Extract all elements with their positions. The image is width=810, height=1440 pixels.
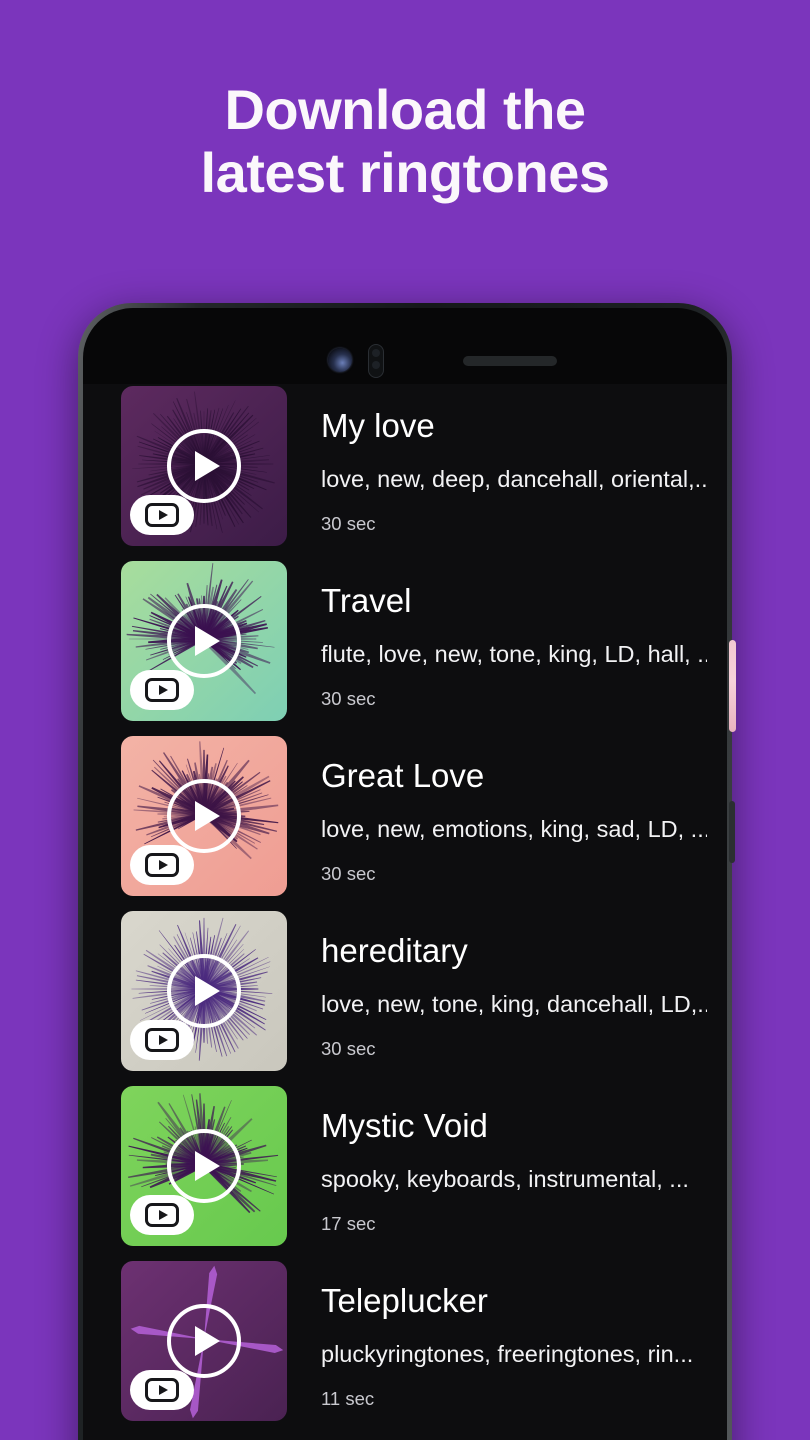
app-screen: My love love, new, deep, dancehall, orien…: [83, 384, 727, 1440]
ringtone-thumbnail[interactable]: [121, 736, 287, 896]
ringtone-list-item[interactable]: Teleplucker pluckyringtones, freeringtone…: [83, 1259, 727, 1434]
ringtone-tags: pluckyringtones, freeringtones, rin...: [321, 1341, 694, 1367]
camera-icon: [328, 348, 352, 372]
promo-headline: Download the latest ringtones: [200, 78, 610, 204]
play-icon[interactable]: [167, 429, 241, 503]
video-badge-icon[interactable]: [130, 845, 194, 885]
phone-mockup: My love love, new, deep, dancehall, orien…: [78, 303, 736, 1440]
video-badge-icon[interactable]: [130, 1020, 194, 1060]
ringtone-list-item[interactable]: My love love, new, deep, dancehall, orien…: [83, 384, 727, 559]
power-button[interactable]: [729, 640, 736, 732]
play-icon[interactable]: [167, 1129, 241, 1203]
video-badge-icon[interactable]: [130, 670, 194, 710]
ringtone-list[interactable]: My love love, new, deep, dancehall, orien…: [83, 384, 727, 1434]
ringtone-meta: hereditary love, new, tone, king, danceha…: [287, 909, 727, 1060]
video-frame-shape: [145, 678, 179, 702]
ringtone-list-item[interactable]: Mystic Void spooky, keyboards, instrument…: [83, 1084, 727, 1259]
ringtone-tags: flute, love, new, tone, king, LD, hall, …: [321, 641, 707, 667]
ringtone-duration: 30 sec: [321, 863, 376, 884]
play-triangle: [195, 1326, 220, 1356]
ringtone-title: Teleplucker: [321, 1282, 488, 1319]
video-badge-icon[interactable]: [130, 495, 194, 535]
ringtone-title: Travel: [321, 582, 412, 619]
ringtone-meta: Great Love love, new, emotions, king, sad…: [287, 734, 727, 885]
ringtone-title: Great Love: [321, 757, 485, 794]
ringtone-tags: spooky, keyboards, instrumental, ...: [321, 1166, 689, 1192]
ringtone-title: Mystic Void: [321, 1107, 488, 1144]
ringtone-duration: 30 sec: [321, 513, 376, 534]
ringtone-duration: 17 sec: [321, 1213, 376, 1234]
video-frame-shape: [145, 503, 179, 527]
video-frame-shape: [145, 1028, 179, 1052]
play-triangle: [195, 451, 220, 481]
ringtone-title: hereditary: [321, 932, 468, 969]
play-triangle: [195, 801, 220, 831]
video-play-triangle: [159, 1210, 168, 1220]
ringtone-meta: Travel flute, love, new, tone, king, LD, …: [287, 559, 727, 710]
ringtone-duration: 30 sec: [321, 1038, 376, 1059]
phone-top-bezel: [83, 308, 727, 396]
play-icon[interactable]: [167, 779, 241, 853]
play-triangle: [195, 1151, 220, 1181]
video-play-triangle: [159, 1385, 168, 1395]
ringtone-tags: love, new, emotions, king, sad, LD, ...: [321, 816, 707, 842]
video-play-triangle: [159, 510, 168, 520]
ringtone-thumbnail[interactable]: [121, 911, 287, 1071]
sensor-icon: [368, 344, 384, 378]
ringtone-list-item[interactable]: hereditary love, new, tone, king, danceha…: [83, 909, 727, 1084]
play-icon[interactable]: [167, 1304, 241, 1378]
play-triangle: [195, 626, 220, 656]
ringtone-duration: 30 sec: [321, 688, 376, 709]
ringtone-meta: Mystic Void spooky, keyboards, instrument…: [287, 1084, 727, 1235]
phone-screen-bezel: My love love, new, deep, dancehall, orien…: [83, 308, 727, 1440]
play-icon[interactable]: [167, 604, 241, 678]
ringtone-meta: Teleplucker pluckyringtones, freeringtone…: [287, 1259, 727, 1410]
ringtone-title: My love: [321, 407, 435, 444]
video-play-triangle: [159, 1035, 168, 1045]
video-frame-shape: [145, 853, 179, 877]
ringtone-thumbnail[interactable]: [121, 386, 287, 546]
volume-button[interactable]: [729, 801, 735, 863]
play-triangle: [195, 976, 220, 1006]
ringtone-list-item[interactable]: Travel flute, love, new, tone, king, LD, …: [83, 559, 727, 734]
ringtone-thumbnail[interactable]: [121, 1086, 287, 1246]
play-icon[interactable]: [167, 954, 241, 1028]
ringtone-thumbnail[interactable]: [121, 561, 287, 721]
ringtone-meta: My love love, new, deep, dancehall, orien…: [287, 384, 727, 535]
video-badge-icon[interactable]: [130, 1370, 194, 1410]
ringtone-duration: 11 sec: [321, 1388, 375, 1409]
speaker-slot-icon: [463, 356, 557, 366]
video-play-triangle: [159, 685, 168, 695]
video-frame-shape: [145, 1203, 179, 1227]
video-play-triangle: [159, 860, 168, 870]
ringtone-thumbnail[interactable]: [121, 1261, 287, 1421]
video-frame-shape: [145, 1378, 179, 1402]
ringtone-list-item[interactable]: Great Love love, new, emotions, king, sad…: [83, 734, 727, 909]
video-badge-icon[interactable]: [130, 1195, 194, 1235]
ringtone-tags: love, new, deep, dancehall, oriental,...: [321, 466, 707, 492]
ringtone-tags: love, new, tone, king, dancehall, LD,...: [321, 991, 707, 1017]
